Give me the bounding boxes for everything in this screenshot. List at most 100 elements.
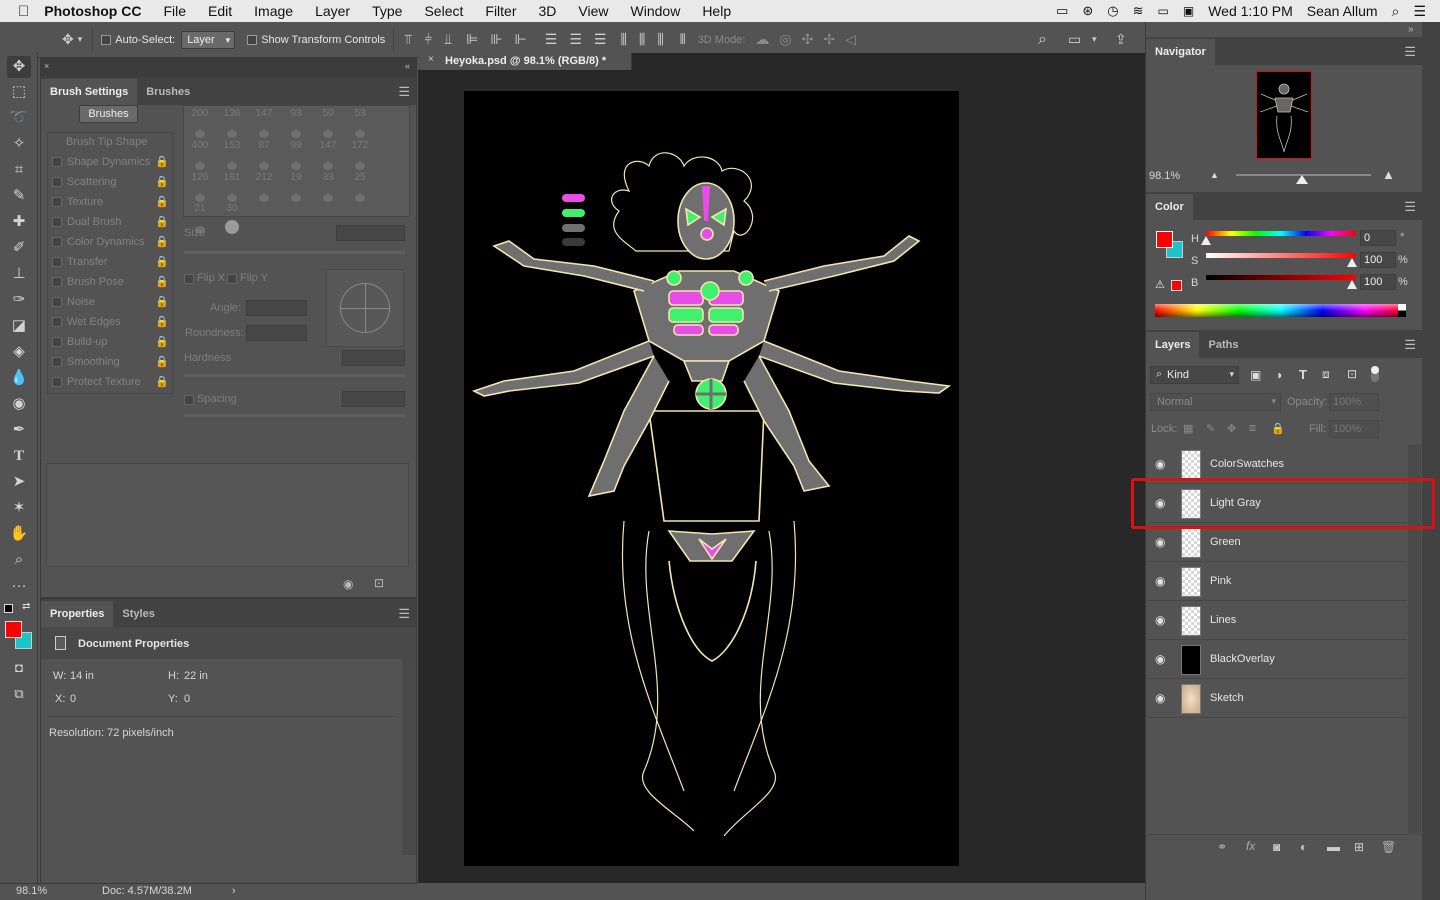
lock-icon[interactable]: 🔒	[155, 172, 169, 192]
chevron-down-icon[interactable]: ▾	[78, 34, 83, 45]
brush-tip-preset[interactable]	[259, 194, 269, 202]
align-left-icon[interactable]: ⊫	[466, 31, 478, 48]
workspace-icon[interactable]: ▭	[1068, 31, 1081, 48]
app-menu[interactable]: Photoshop CC	[40, 3, 152, 19]
saturation-slider-handle[interactable]	[1347, 258, 1357, 267]
delete-layer-icon[interactable]: 🗑	[1381, 840, 1396, 854]
chevron-down-icon[interactable]: ▾	[1092, 34, 1097, 45]
brush-option-build-up[interactable]: Build-up 🔒	[49, 332, 172, 352]
brush-tip-preset[interactable]	[291, 130, 301, 138]
eraser-tool-icon[interactable]: ◪	[7, 315, 31, 337]
layer-thumbnail[interactable]	[1181, 450, 1201, 480]
menu-view[interactable]: View	[567, 3, 619, 19]
brush-tip-shape[interactable]: Brush Tip Shape	[49, 132, 172, 152]
status-zoom[interactable]: 98.1%	[16, 885, 47, 897]
move-tool-preset-icon[interactable]: ✥	[62, 31, 74, 48]
layer-thumbnail[interactable]	[1181, 606, 1201, 636]
layer-name[interactable]: Sketch	[1210, 692, 1244, 704]
default-colors-icon[interactable]	[4, 604, 13, 613]
tab-brush-settings[interactable]: Brush Settings	[41, 79, 138, 105]
menu-edit[interactable]: Edit	[197, 3, 243, 19]
distribute-right-icon[interactable]: ⫼	[657, 31, 663, 48]
brush-tip-preset[interactable]	[355, 162, 365, 170]
link-layers-icon[interactable]: ⚭	[1217, 840, 1227, 854]
brush-option-checkbox[interactable]	[52, 357, 62, 367]
y-value[interactable]: 0	[184, 693, 190, 705]
menu-image[interactable]: Image	[243, 3, 304, 19]
brush-option-protect-texture[interactable]: Protect Texture 🔒	[49, 372, 172, 392]
lock-icon[interactable]: 🔒	[155, 252, 169, 272]
time-machine-icon[interactable]: ◷	[1107, 3, 1118, 19]
menu-window[interactable]: Window	[620, 3, 692, 19]
lock-icon[interactable]: 🔒	[155, 352, 169, 372]
layer-name[interactable]: Lines	[1210, 614, 1236, 626]
3d-roll-icon[interactable]: ◎	[779, 31, 791, 48]
zoom-tool-icon[interactable]: ⌕	[7, 549, 31, 571]
brush-option-checkbox[interactable]	[52, 177, 62, 187]
height-value[interactable]: 22 in	[184, 670, 208, 682]
paint-bucket-tool-icon[interactable]: ◈	[7, 341, 31, 363]
hand-tool-icon[interactable]: ✋	[7, 523, 31, 545]
tab-paths[interactable]: Paths	[1199, 332, 1247, 358]
lock-icon[interactable]: 🔒	[155, 312, 169, 332]
brush-option-checkbox[interactable]	[52, 237, 62, 247]
eye-icon[interactable]: ◉	[1155, 574, 1169, 588]
brush-tip-preset[interactable]	[227, 194, 237, 202]
menu-file[interactable]: File	[152, 3, 197, 19]
brush-tip-preset[interactable]	[195, 130, 205, 138]
close-icon[interactable]: ×	[428, 54, 434, 65]
opacity-field[interactable]: 100%	[1329, 393, 1379, 411]
zoom-out-icon[interactable]: ▲	[1210, 170, 1219, 180]
saturation-field[interactable]: 100	[1360, 252, 1396, 268]
3d-pan-icon[interactable]: ✣	[802, 31, 814, 48]
brush-option-checkbox[interactable]	[52, 197, 62, 207]
user-name[interactable]: Sean Allum	[1307, 3, 1378, 19]
tab-styles[interactable]: Styles	[113, 601, 163, 627]
quick-mask-icon[interactable]: ◘	[7, 657, 31, 679]
brush-option-checkbox[interactable]	[52, 157, 62, 167]
menu-layer[interactable]: Layer	[304, 3, 361, 19]
fill-field[interactable]: 100%	[1329, 420, 1379, 438]
auto-select-checkbox[interactable]	[101, 34, 112, 45]
share-icon[interactable]: ⇪	[1115, 31, 1127, 48]
type-tool-icon[interactable]: T	[7, 445, 31, 467]
hardness-slider[interactable]	[184, 374, 405, 377]
hardness-field[interactable]	[342, 350, 405, 366]
brush-tip-preset[interactable]	[355, 194, 365, 202]
align-hcenter-icon[interactable]: ⊪	[490, 31, 502, 48]
show-transform-checkbox[interactable]	[247, 34, 258, 45]
lock-icon[interactable]: 🔒	[155, 332, 169, 352]
menu-3d[interactable]: 3D	[528, 3, 568, 19]
menu-select[interactable]: Select	[413, 3, 474, 19]
align-right-icon[interactable]: ⊩	[515, 31, 527, 48]
brush-tip-preset[interactable]	[291, 162, 301, 170]
hue-slider[interactable]	[1206, 231, 1356, 236]
brightness-field[interactable]: 100	[1360, 274, 1396, 290]
saturation-slider[interactable]	[1206, 253, 1356, 258]
screen-mode-icon[interactable]: ⧉	[7, 683, 31, 705]
3d-scale-icon[interactable]: ◁	[845, 31, 856, 48]
creative-cloud-icon[interactable]: ⊛	[1082, 3, 1093, 19]
brush-tip-preset[interactable]	[195, 162, 205, 170]
filter-shape-icon[interactable]: ⧈	[1322, 367, 1330, 382]
tab-properties[interactable]: Properties	[41, 601, 114, 627]
distribute-top-icon[interactable]: ☰	[545, 31, 558, 48]
filter-toggle-icon[interactable]	[1371, 366, 1379, 382]
angle-field[interactable]	[246, 300, 307, 316]
out-of-gamut-warning-icon[interactable]: ⚠	[1155, 278, 1165, 291]
spacing-slider[interactable]	[184, 414, 405, 417]
gamut-color-swatch[interactable]	[1171, 280, 1182, 291]
menu-help[interactable]: Help	[691, 3, 742, 19]
layer-row-blackoverlay[interactable]: ◉ BlackOverlay	[1147, 641, 1407, 679]
layer-style-icon[interactable]: fx	[1246, 839, 1255, 853]
tab-color[interactable]: Color	[1146, 194, 1193, 220]
size-field[interactable]	[336, 225, 405, 241]
pen-tool-icon[interactable]: ✒	[7, 419, 31, 441]
brush-option-brush-pose[interactable]: Brush Pose 🔒	[49, 272, 172, 292]
search-icon[interactable]: ⌕	[1038, 31, 1047, 49]
create-new-brush-icon[interactable]: ⊡	[374, 576, 384, 590]
lock-artboard-icon[interactable]: ⧈	[1249, 422, 1256, 435]
brush-tool-icon[interactable]: ✐	[7, 237, 31, 259]
more-tools-icon[interactable]: ···	[7, 575, 31, 597]
3d-slide-icon[interactable]: ✢	[823, 31, 835, 48]
